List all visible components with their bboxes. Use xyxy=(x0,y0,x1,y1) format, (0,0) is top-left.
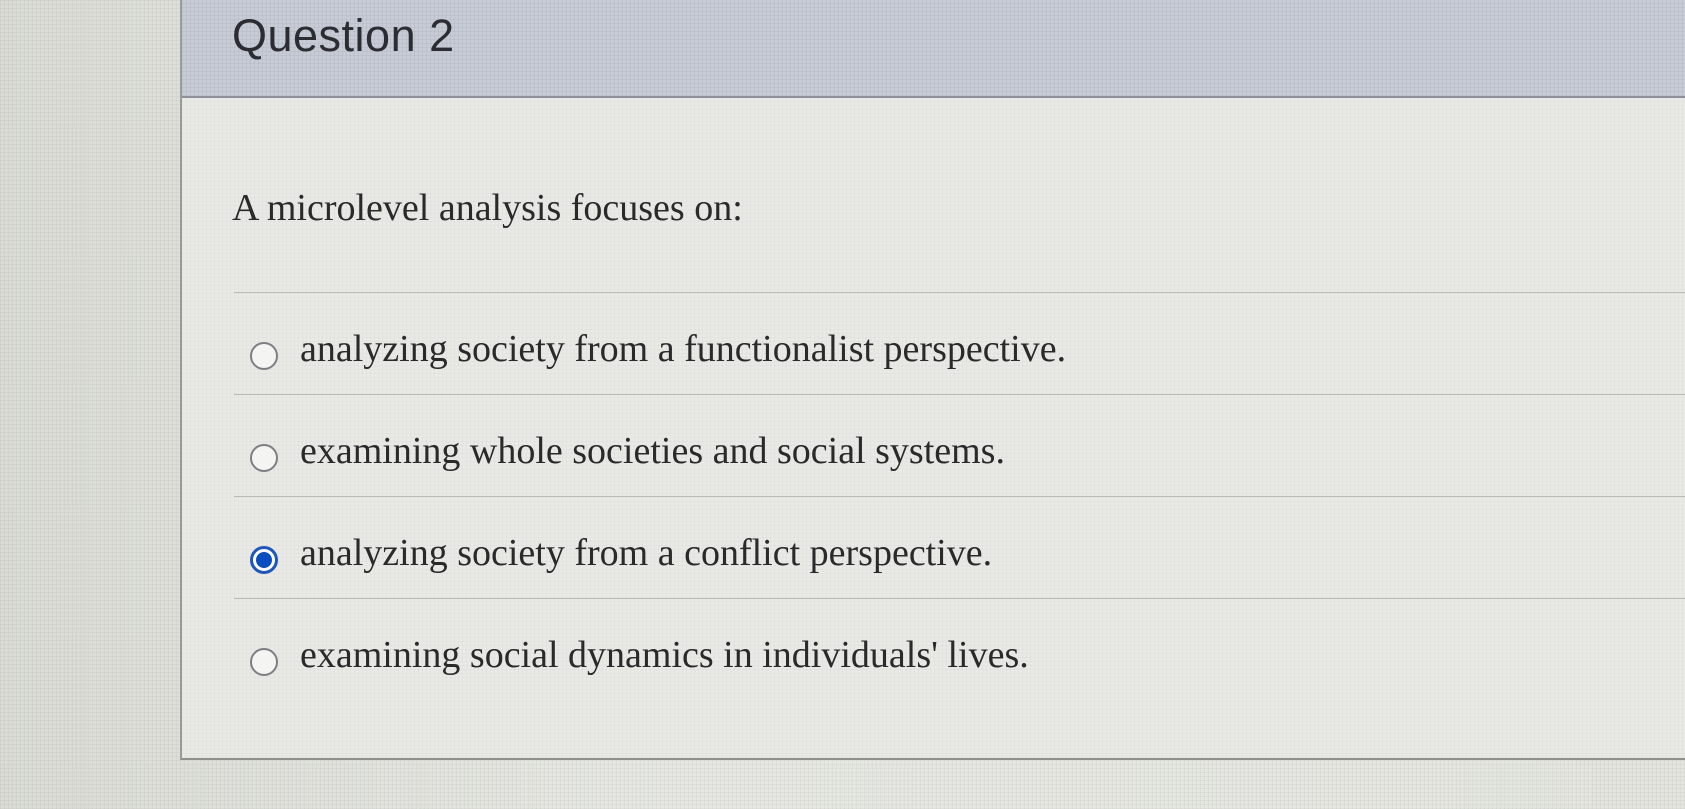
answer-label-3[interactable]: analyzing society from a conflict perspe… xyxy=(300,531,992,575)
answer-option-4[interactable]: examining social dynamics in individuals… xyxy=(234,598,1685,700)
radio-button-2[interactable] xyxy=(250,444,278,472)
answer-label-2[interactable]: examining whole societies and social sys… xyxy=(300,429,1005,473)
question-header: Question 2 xyxy=(182,0,1685,98)
radio-button-3[interactable] xyxy=(250,546,278,574)
answer-label-1[interactable]: analyzing society from a functionalist p… xyxy=(300,327,1066,371)
question-card: Question 2 A microlevel analysis focuses… xyxy=(180,0,1685,760)
answer-list: analyzing society from a functionalist p… xyxy=(234,292,1685,700)
answer-option-1[interactable]: analyzing society from a functionalist p… xyxy=(234,292,1685,394)
radio-button-1[interactable] xyxy=(250,342,278,370)
radio-button-4[interactable] xyxy=(250,648,278,676)
question-prompt: A microlevel analysis focuses on: xyxy=(232,187,743,229)
answer-option-2[interactable]: examining whole societies and social sys… xyxy=(234,394,1685,496)
question-title: Question 2 xyxy=(232,10,455,61)
answer-label-4[interactable]: examining social dynamics in individuals… xyxy=(300,633,1029,677)
answer-option-3[interactable]: analyzing society from a conflict perspe… xyxy=(234,496,1685,598)
